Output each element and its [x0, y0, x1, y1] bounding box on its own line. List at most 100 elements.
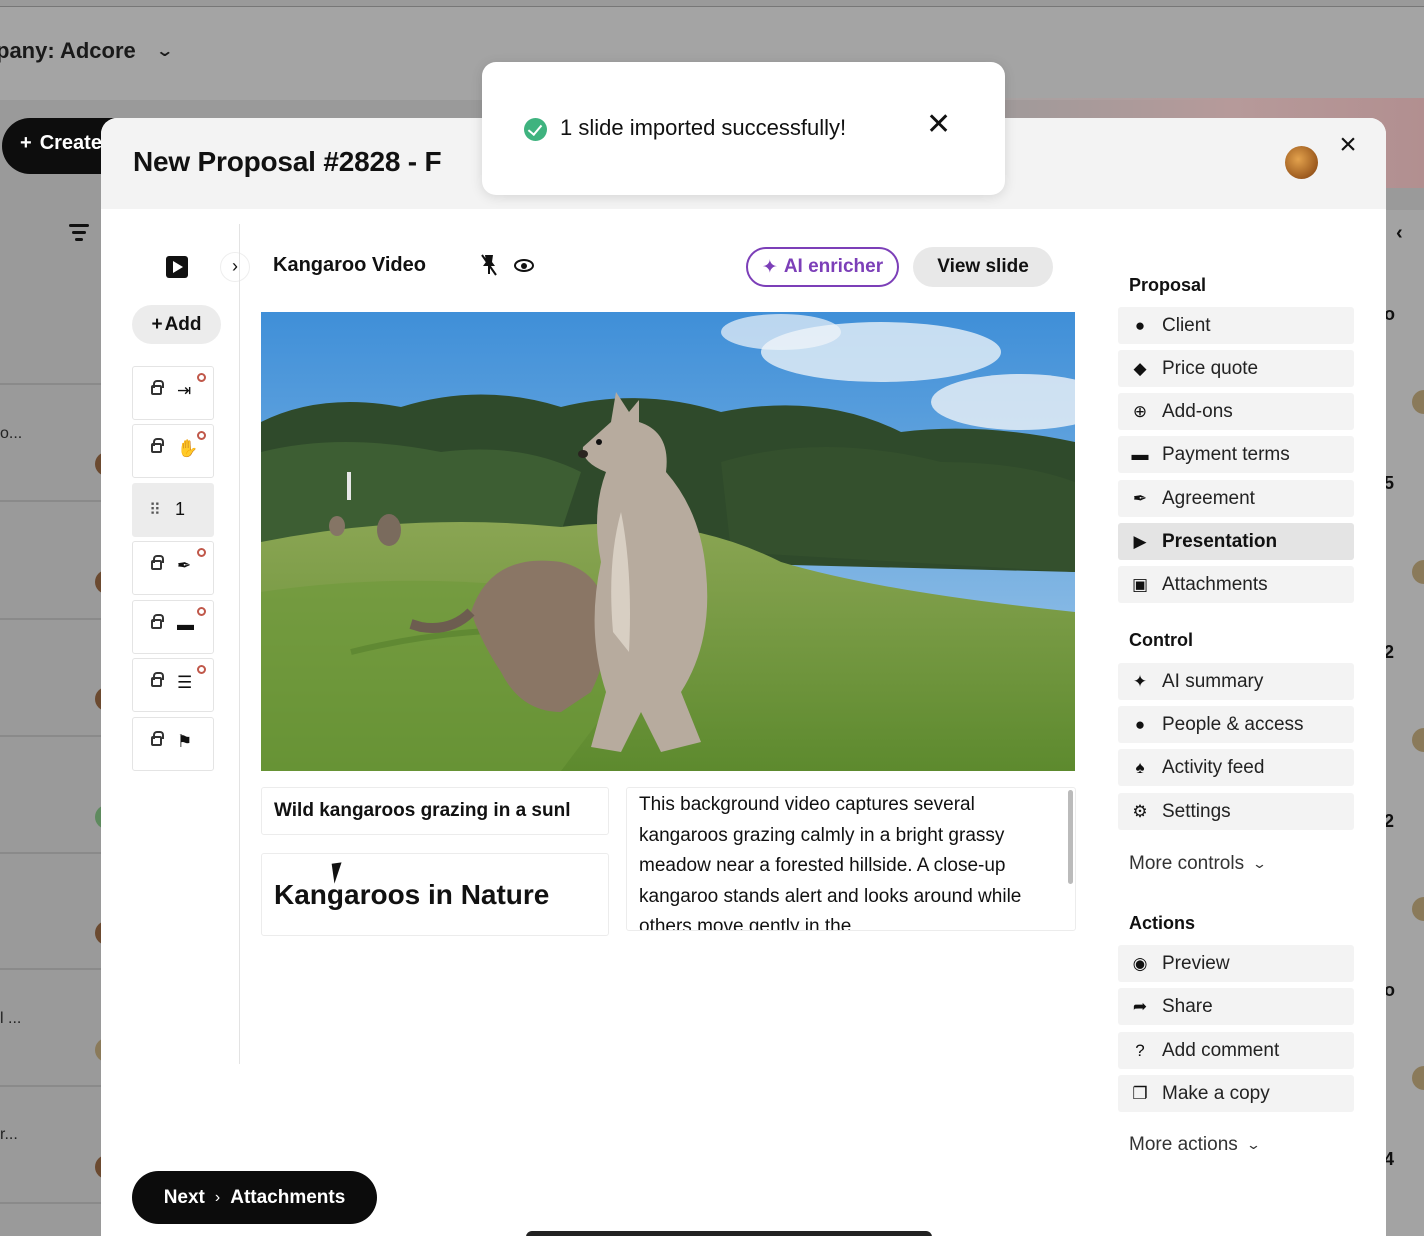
status-dot: [197, 373, 206, 382]
nav-item-attachments[interactable]: ▣ Attachments: [1118, 566, 1354, 603]
pen-nib-icon: ✒: [177, 556, 192, 575]
drag-grip-icon[interactable]: ⠿: [149, 500, 161, 520]
nav-item-label: Share: [1162, 995, 1213, 1017]
chevron-down-icon: ⌄: [1245, 1137, 1261, 1152]
nav-item-add-ons[interactable]: ⊕ Add-ons: [1118, 393, 1354, 430]
next-label: Next: [163, 1186, 205, 1208]
question-icon: ?: [1135, 1040, 1145, 1060]
more-actions-toggle[interactable]: More actions ⌄: [1129, 1134, 1261, 1156]
add-slide-button[interactable]: + Add: [132, 305, 221, 344]
nav-item-label: Agreement: [1162, 487, 1255, 509]
list-item-text: l ...: [0, 1010, 22, 1027]
nav-item-label: Add-ons: [1162, 400, 1233, 422]
user-avatar[interactable]: [1285, 146, 1318, 179]
nav-item-label: Payment terms: [1162, 443, 1290, 465]
list-divider: [0, 1085, 101, 1087]
lock-icon: [151, 672, 164, 687]
close-icon[interactable]: ✕: [926, 110, 951, 140]
slide-thumb-current[interactable]: ⠿ 1: [132, 483, 214, 537]
slide-thumb-end[interactable]: ⚑: [132, 717, 214, 771]
chevron-right-icon[interactable]: ›: [220, 252, 250, 282]
description-scrollbar[interactable]: [1068, 790, 1073, 884]
slide-thumb-greeting[interactable]: ✋: [132, 424, 214, 478]
nav-item-label: Preview: [1162, 952, 1230, 974]
slide-title-field[interactable]: Kangaroos in Nature: [261, 853, 609, 936]
slide-description-field[interactable]: This background video captures several k…: [626, 787, 1076, 931]
status-dot: [197, 431, 206, 440]
presentation-play-icon: [166, 256, 188, 278]
nav-item-agreement[interactable]: ✒ Agreement: [1118, 480, 1354, 517]
list-divider: [0, 618, 101, 620]
nav-item-label: People & access: [1162, 713, 1304, 735]
plus-circle-icon: ⊕: [1132, 401, 1148, 421]
slide-thumb-agreement[interactable]: ✒: [132, 541, 214, 595]
nav-item-share[interactable]: ➦ Share: [1118, 988, 1354, 1025]
list-divider: [0, 383, 101, 385]
bottom-handle: [526, 1231, 932, 1236]
nav-item-label: Add comment: [1162, 1039, 1280, 1061]
proposal-modal: New Proposal #2828 - F × › + Add ⇥ ✋ ⠿ 1…: [101, 118, 1386, 1236]
slide-thumb-payment[interactable]: ▬: [132, 600, 214, 654]
company-label: pany: Adcore: [0, 38, 136, 63]
more-controls-toggle[interactable]: More controls ⌄: [1129, 853, 1268, 875]
close-icon[interactable]: ×: [1333, 130, 1363, 160]
nav-item-price-quote[interactable]: ◆ Price quote: [1118, 350, 1354, 387]
more-controls-label: More controls: [1129, 853, 1245, 874]
nav-item-people-access[interactable]: ● People & access: [1118, 706, 1354, 743]
nav-item-presentation[interactable]: ▶ Presentation: [1118, 523, 1354, 560]
play-icon: ▶: [1133, 531, 1147, 551]
plus-icon: +: [20, 132, 32, 154]
nav-item-label: Settings: [1162, 800, 1231, 822]
list-divider: [0, 735, 101, 737]
credit-card-icon: ▬: [177, 615, 194, 634]
nav-item-payment-terms[interactable]: ▬ Payment terms: [1118, 436, 1354, 473]
add-slide-label: Add: [164, 313, 202, 335]
slide-subtitle-field[interactable]: Wild kangaroos grazing in a sunl: [261, 787, 609, 835]
sparkle-icon: ✦: [1132, 671, 1148, 691]
eye-icon[interactable]: [514, 259, 534, 272]
filter-icon[interactable]: [68, 224, 90, 245]
status-dot: [197, 665, 206, 674]
slide-thumb-contact[interactable]: ☰: [132, 658, 214, 712]
person-icon: ●: [1134, 315, 1146, 335]
next-button[interactable]: Next › Attachments: [132, 1171, 377, 1224]
create-label: Create: [39, 132, 102, 154]
nav-item-add-comment[interactable]: ? Add comment: [1118, 1032, 1354, 1069]
toast-message: 1 slide imported successfully!: [560, 115, 847, 140]
sidebar-divider: [239, 224, 240, 1064]
nav-item-label: Client: [1162, 314, 1211, 336]
chevron-left-icon[interactable]: ‹: [1396, 222, 1403, 245]
sparkle-icon: ✦: [761, 256, 778, 278]
lock-icon: [151, 614, 164, 629]
next-target-label: Attachments: [230, 1186, 346, 1208]
slide-number: 1: [175, 499, 186, 519]
list-item-text: o...: [0, 425, 23, 442]
nav-item-settings[interactable]: ⚙ Settings: [1118, 793, 1354, 830]
nav-item-client[interactable]: ● Client: [1118, 307, 1354, 344]
list-divider: [0, 1202, 101, 1204]
slide-thumb-intro[interactable]: ⇥: [132, 366, 214, 420]
slide-description-text: This background video captures several k…: [639, 794, 1022, 931]
chevron-down-icon: ⌄: [155, 43, 174, 60]
nav-item-activity-feed[interactable]: ♠ Activity feed: [1118, 749, 1354, 786]
slide-name[interactable]: Kangaroo Video: [273, 254, 426, 277]
chevron-down-icon: ⌄: [1251, 856, 1268, 871]
list-divider: [0, 500, 101, 502]
section-heading-control: Control: [1129, 630, 1193, 650]
slide-background-video[interactable]: [261, 312, 1075, 771]
nav-item-make-copy[interactable]: ❐ Make a copy: [1118, 1075, 1354, 1112]
view-slide-button[interactable]: View slide: [913, 247, 1053, 287]
lock-icon: [151, 438, 164, 453]
lock-icon: [151, 380, 164, 395]
ai-enricher-label: AI enricher: [783, 256, 884, 277]
gear-icon: ⚙: [1132, 801, 1148, 821]
ai-enricher-button[interactable]: ✦ AI enricher: [746, 247, 899, 287]
bell-icon: ♠: [1135, 757, 1145, 777]
pin-off-icon[interactable]: [479, 253, 499, 283]
nav-item-preview[interactable]: ◉ Preview: [1118, 945, 1354, 982]
check-circle-icon: [524, 118, 547, 141]
nav-item-ai-summary[interactable]: ✦ AI summary: [1118, 663, 1354, 700]
list-divider: [0, 852, 101, 854]
company-selector[interactable]: pany: Adcore ⌄: [0, 38, 174, 64]
plus-icon: +: [151, 313, 163, 335]
